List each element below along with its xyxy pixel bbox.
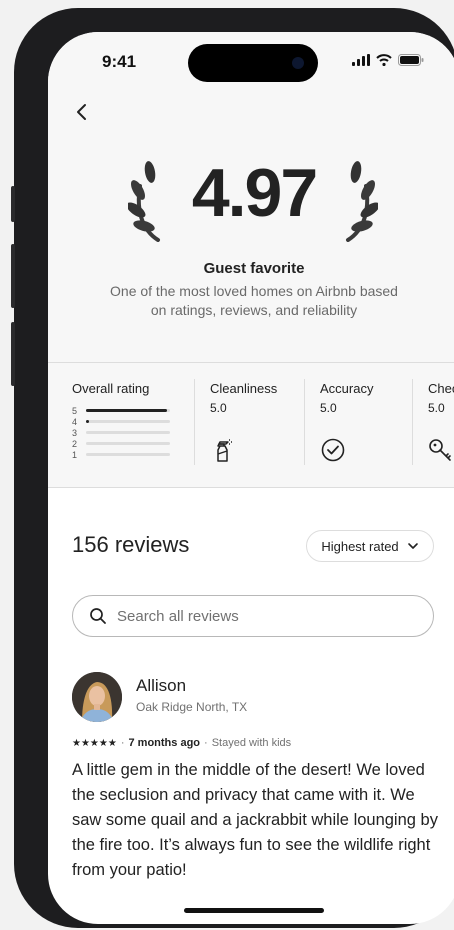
- rating-bar-track: [86, 453, 170, 456]
- ratings-strip[interactable]: Overall rating 5 4 3 2 1 Cleanliness 5.0: [48, 362, 454, 488]
- rating-bar-row: 3: [72, 427, 170, 438]
- chevron-down-icon: [407, 543, 418, 549]
- category-value: 5.0: [210, 401, 227, 415]
- volume-down-button: [11, 322, 15, 386]
- rating-bar-row: 5: [72, 405, 170, 416]
- screen: 4.97 Guest favorite One of the most love…: [48, 32, 454, 924]
- mute-switch: [11, 186, 15, 222]
- signal-icon: [352, 54, 370, 66]
- key-icon: [429, 439, 451, 461]
- overall-score: 4.97: [191, 155, 318, 231]
- overall-rating-title: Overall rating: [72, 381, 150, 396]
- rating-bar-label: 1: [72, 449, 78, 460]
- rating-bar-label: 3: [72, 427, 78, 438]
- review-text: A little gem in the middle of the desert…: [72, 761, 438, 879]
- spray-bottle-icon: [217, 439, 232, 462]
- sort-label: Highest rated: [321, 538, 399, 554]
- category-value: 5.0: [320, 401, 337, 415]
- status-icons: [352, 54, 424, 66]
- back-button[interactable]: [72, 102, 92, 122]
- rating-distribution: 5 4 3 2 1: [72, 405, 170, 460]
- rating-bar-fill: [86, 420, 89, 423]
- dynamic-island: [188, 44, 318, 82]
- category-title: Accuracy: [320, 381, 374, 396]
- rating-bar-row: 4: [72, 416, 170, 427]
- rating-bar-row: 2: [72, 438, 170, 449]
- meta-separator: ·: [204, 737, 208, 749]
- status-time: 9:41: [102, 52, 137, 71]
- category-title: Cleanliness: [210, 381, 278, 396]
- sort-dropdown-button[interactable]: Highest rated: [306, 530, 434, 562]
- volume-up-button: [11, 244, 15, 308]
- guest-favorite-title: Guest favorite: [203, 260, 305, 277]
- check-circle-icon: [321, 438, 345, 462]
- review-time-ago: 7 months ago: [128, 737, 201, 749]
- overall-rating-column: Overall rating 5 4 3 2 1: [48, 363, 194, 487]
- wifi-icon: [376, 54, 392, 66]
- phone-frame: 4.97 Guest favorite One of the most love…: [11, 8, 454, 928]
- divider: [304, 379, 305, 465]
- review-search-bar[interactable]: [72, 595, 434, 637]
- rating-bar-label: 2: [72, 438, 78, 449]
- reviewer-photo: [72, 672, 122, 722]
- rating-bar-row: 1: [72, 449, 170, 460]
- rating-bar-track: [86, 409, 170, 412]
- divider: [194, 379, 195, 465]
- category-cleanliness: Cleanliness 5.0: [194, 363, 304, 487]
- guest-favorite-subtitle: One of the most loved homes on Airbnb ba…: [110, 283, 398, 318]
- divider: [412, 379, 413, 465]
- category-value: 5.0: [428, 401, 445, 415]
- reviewer-name: Allison: [136, 676, 187, 695]
- rating-bar-track: [86, 431, 170, 434]
- stay-type: Stayed with kids: [211, 737, 292, 749]
- rating-bar-track: [86, 442, 170, 445]
- category-accuracy: Accuracy 5.0: [304, 363, 412, 487]
- review-meta: ★★★★★ · 7 months ago · Stayed with kids: [72, 737, 291, 749]
- rating-bar-fill: [86, 409, 168, 412]
- rating-bar-track: [86, 420, 170, 423]
- avatar[interactable]: [72, 672, 122, 722]
- battery-icon: [398, 54, 424, 66]
- laurel-right-icon: [346, 161, 378, 242]
- camera-icon: [292, 57, 304, 69]
- status-bar: 9:41: [48, 32, 454, 92]
- home-indicator[interactable]: [184, 908, 324, 913]
- category-check-in: Check-in 5.0: [412, 363, 454, 487]
- search-icon: [90, 608, 106, 624]
- star-rating: ★★★★★: [72, 737, 117, 749]
- chevron-left-icon: [77, 104, 86, 120]
- meta-separator: ·: [120, 737, 125, 749]
- rating-bar-label: 5: [72, 405, 78, 416]
- category-title: Check-in: [428, 381, 454, 396]
- rating-bar-label: 4: [72, 416, 78, 427]
- search-input[interactable]: [117, 607, 397, 625]
- reviewer-location: Oak Ridge North, TX: [136, 700, 248, 714]
- reviews-count-heading: 156 reviews: [72, 532, 190, 557]
